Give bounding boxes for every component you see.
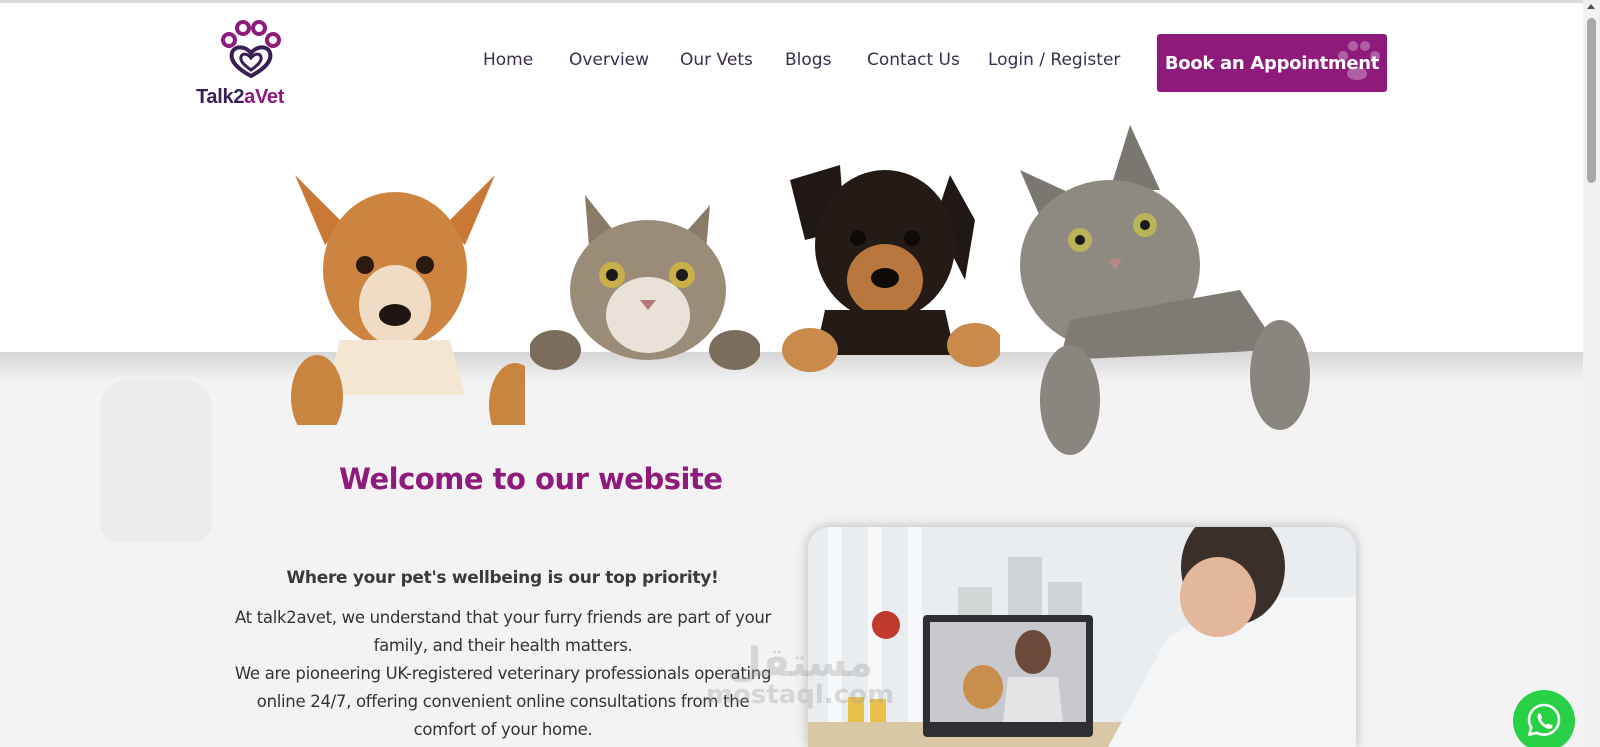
hero-pets-image xyxy=(240,120,1320,460)
brand-name: Talk2aVet xyxy=(196,86,285,108)
whatsapp-icon xyxy=(1527,703,1561,737)
nav-blogs[interactable]: Blogs xyxy=(785,50,831,70)
background-pet-silhouette xyxy=(100,380,212,542)
book-appointment-button[interactable]: Book an Appointment xyxy=(1157,34,1387,92)
nav-overview[interactable]: Overview xyxy=(569,50,649,70)
tabby-cat-image xyxy=(530,195,760,370)
nav-login-register[interactable]: Login / Register xyxy=(988,50,1120,70)
welcome-description: At talk2avet, we understand that your fu… xyxy=(228,604,778,744)
nav-our-vets[interactable]: Our Vets xyxy=(680,50,753,70)
scrollbar-thumb[interactable] xyxy=(1587,18,1596,183)
welcome-paragraph-1: At talk2avet, we understand that your fu… xyxy=(234,608,772,655)
book-appointment-label: Book an Appointment xyxy=(1164,52,1380,74)
page-scrollbar[interactable] xyxy=(1583,0,1600,747)
vet-video-consultation-photo xyxy=(808,527,1356,747)
whatsapp-button[interactable] xyxy=(1513,690,1575,747)
browser-top-border xyxy=(0,0,1600,3)
welcome-heading: Welcome to our website xyxy=(339,462,723,496)
black-tan-puppy-image xyxy=(782,165,1000,372)
welcome-tagline: Where your pet's wellbeing is our top pr… xyxy=(286,568,719,588)
consultation-photo-illustration xyxy=(808,527,1356,747)
nav-contact-us[interactable]: Contact Us xyxy=(867,50,960,70)
nav-home[interactable]: Home xyxy=(483,50,533,70)
tan-dog-image xyxy=(291,175,525,425)
grey-cat-image xyxy=(1020,125,1310,455)
scroll-up-arrow-icon[interactable] xyxy=(1587,4,1595,9)
welcome-paragraph-2: We are pioneering UK-registered veterina… xyxy=(234,664,772,739)
